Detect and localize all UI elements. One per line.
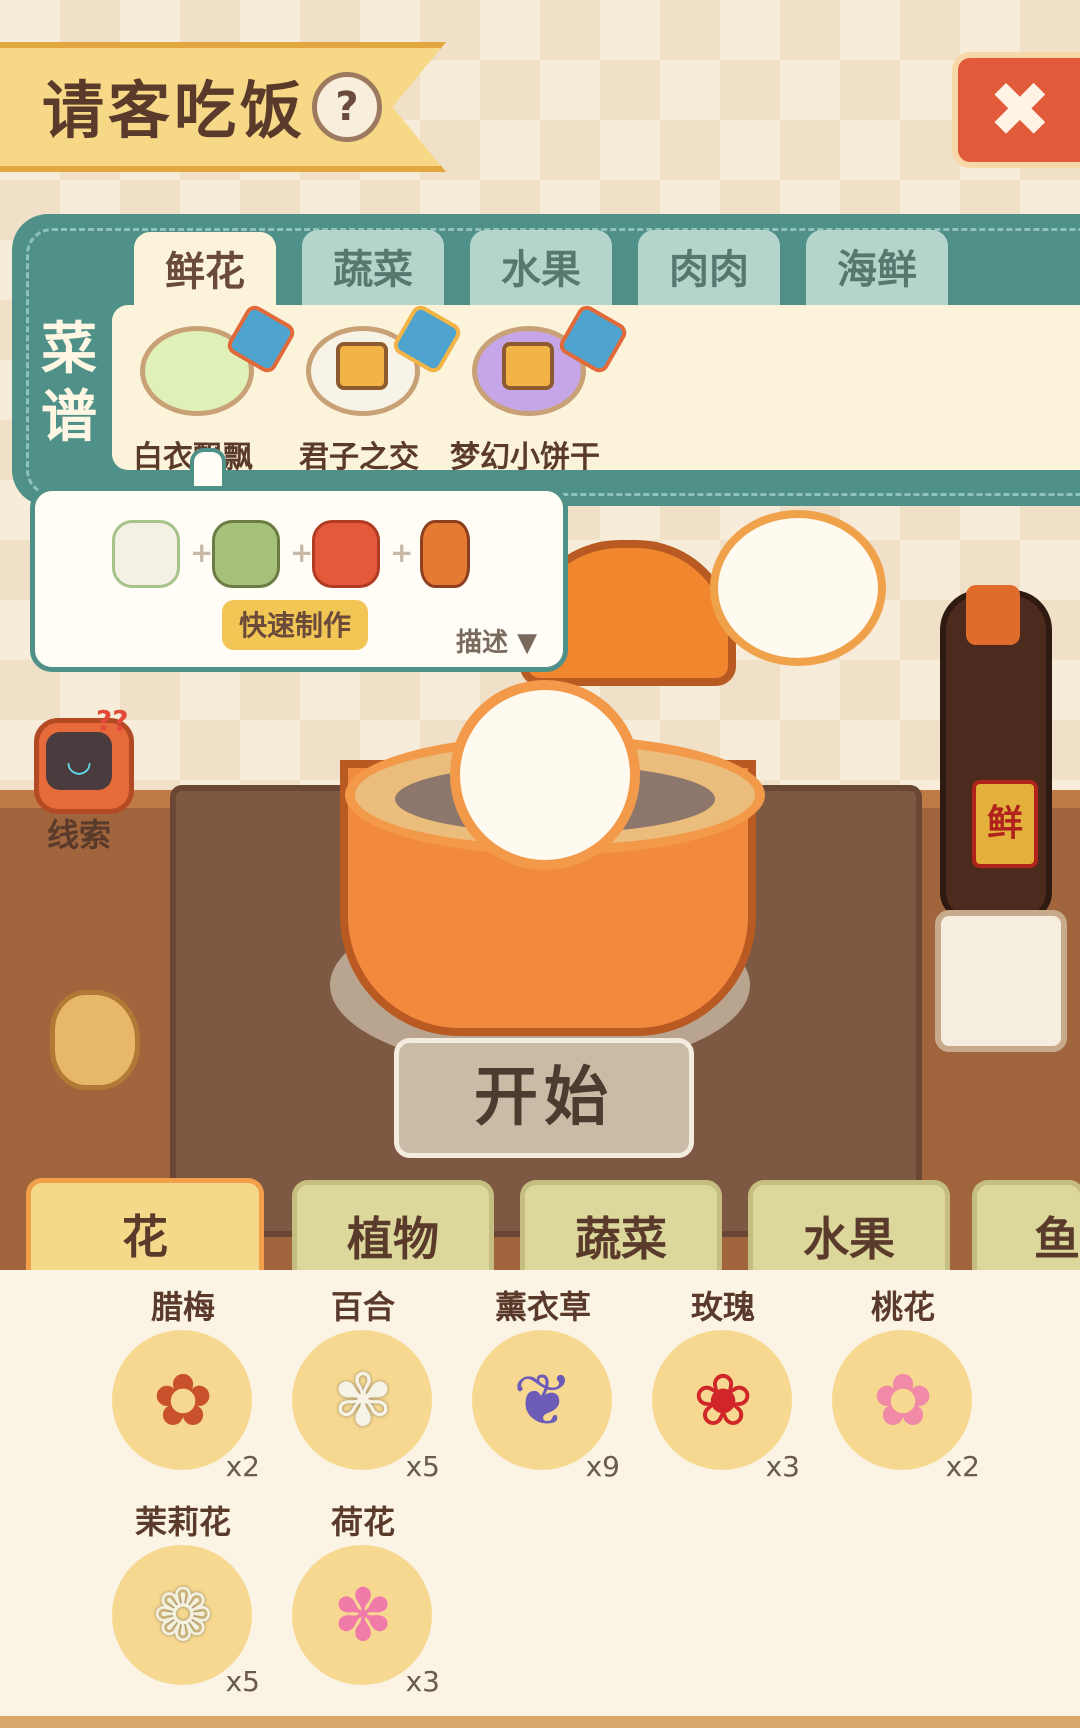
clue-button[interactable]: ◡ ?? 线索 (12, 704, 144, 854)
description-toggle[interactable]: 描述 ▼ (456, 622, 537, 659)
ginger (50, 990, 140, 1090)
clue-label: 线索 (46, 816, 111, 854)
ingredient-count: x2 (945, 1450, 980, 1483)
robot-face: ◡ (46, 732, 112, 790)
sauce-bottle-icon (420, 520, 470, 588)
ingredient-count: x9 (585, 1450, 620, 1483)
tab-flowers[interactable]: 鲜花 (134, 232, 276, 308)
recipe-item[interactable]: 梦幻小饼干 (450, 302, 630, 475)
quick-make-button[interactable]: 快速制作 (222, 600, 368, 650)
ingredient-item[interactable]: 腊梅 ✿ x2 (98, 1282, 268, 1483)
cup (710, 510, 886, 666)
seasoning-jar (935, 910, 1067, 1052)
lotus-icon: ✽ (332, 1573, 394, 1657)
recipe-item[interactable]: 白衣飘飘 (118, 302, 298, 475)
question-marks-badge: ?? (96, 704, 129, 737)
category-tab-flowers[interactable]: 花 (26, 1178, 264, 1283)
recipe-name: 梦幻小饼干 (450, 440, 600, 475)
tab-vegetables[interactable]: 蔬菜 (302, 230, 444, 306)
ingredient-item[interactable]: 玫瑰 ❀ x3 (638, 1282, 808, 1483)
ingredient-item[interactable]: 百合 ✾ x5 (278, 1282, 448, 1483)
lily-icon: ✾ (332, 1358, 394, 1442)
lavender-icon: ❦ (512, 1358, 574, 1442)
ingredient-name: 荷花 (330, 1503, 395, 1541)
bottle-cap (966, 585, 1020, 645)
recipe-book-label: 菜谱 (41, 317, 97, 450)
plum-blossom-icon: ✿ (152, 1358, 214, 1442)
inventory-bottom-edge (0, 1716, 1080, 1728)
recipe-name: 君子之交 (299, 440, 419, 475)
chevron-down-icon: ▼ (517, 628, 538, 658)
page-title: 请客吃饭 (42, 74, 307, 147)
ingredient-count: x5 (225, 1665, 260, 1698)
tab-seafood[interactable]: 海鲜 (806, 230, 948, 306)
tab-fruits[interactable]: 水果 (470, 230, 612, 306)
ingredient-name: 百合 (330, 1288, 395, 1326)
ingredient-count: x2 (225, 1450, 260, 1483)
plus-sign: + (290, 536, 314, 569)
recipe-item[interactable]: 君子之交 (284, 302, 464, 475)
close-button[interactable]: ✖ (952, 52, 1080, 168)
ingredient-name: 玫瑰 (690, 1288, 755, 1326)
ingredient-count: x3 (765, 1450, 800, 1483)
ingredient-item[interactable]: 薰衣草 ❦ x9 (458, 1282, 628, 1483)
ingredient-count: x5 (405, 1450, 440, 1483)
lock-icon (502, 342, 554, 390)
start-button[interactable]: 开始 (394, 1038, 694, 1158)
close-icon: ✖ (988, 65, 1052, 154)
peach-blossom-icon: ✿ (872, 1358, 934, 1442)
ingredient-name: 薰衣草 (494, 1288, 591, 1326)
bottle-label: 鲜 (972, 780, 1038, 868)
plus-sign: + (390, 536, 414, 569)
description-label: 描述 (456, 628, 509, 658)
help-icon[interactable]: ? (312, 72, 382, 142)
ingredient-count: x3 (405, 1665, 440, 1698)
plus-sign: + (190, 536, 214, 569)
lily-icon (112, 520, 180, 588)
ingredient-name: 桃花 (870, 1288, 935, 1326)
jasmine-icon: ❁ (152, 1573, 214, 1657)
ingredient-item[interactable]: 茉莉花 ❁ x5 (98, 1497, 268, 1698)
rose-icon: ❀ (692, 1358, 754, 1442)
ingredient-name: 腊梅 (150, 1288, 215, 1326)
tab-meat[interactable]: 肉肉 (638, 230, 780, 306)
asparagus-icon (212, 520, 280, 588)
goji-berry-icon (312, 520, 380, 588)
ingredient-item[interactable]: 桃花 ✿ x2 (818, 1282, 988, 1483)
lock-icon (336, 342, 388, 390)
ladle (450, 680, 640, 870)
ingredient-name: 茉莉花 (134, 1503, 231, 1541)
ingredient-item[interactable]: 荷花 ✽ x3 (278, 1497, 448, 1698)
